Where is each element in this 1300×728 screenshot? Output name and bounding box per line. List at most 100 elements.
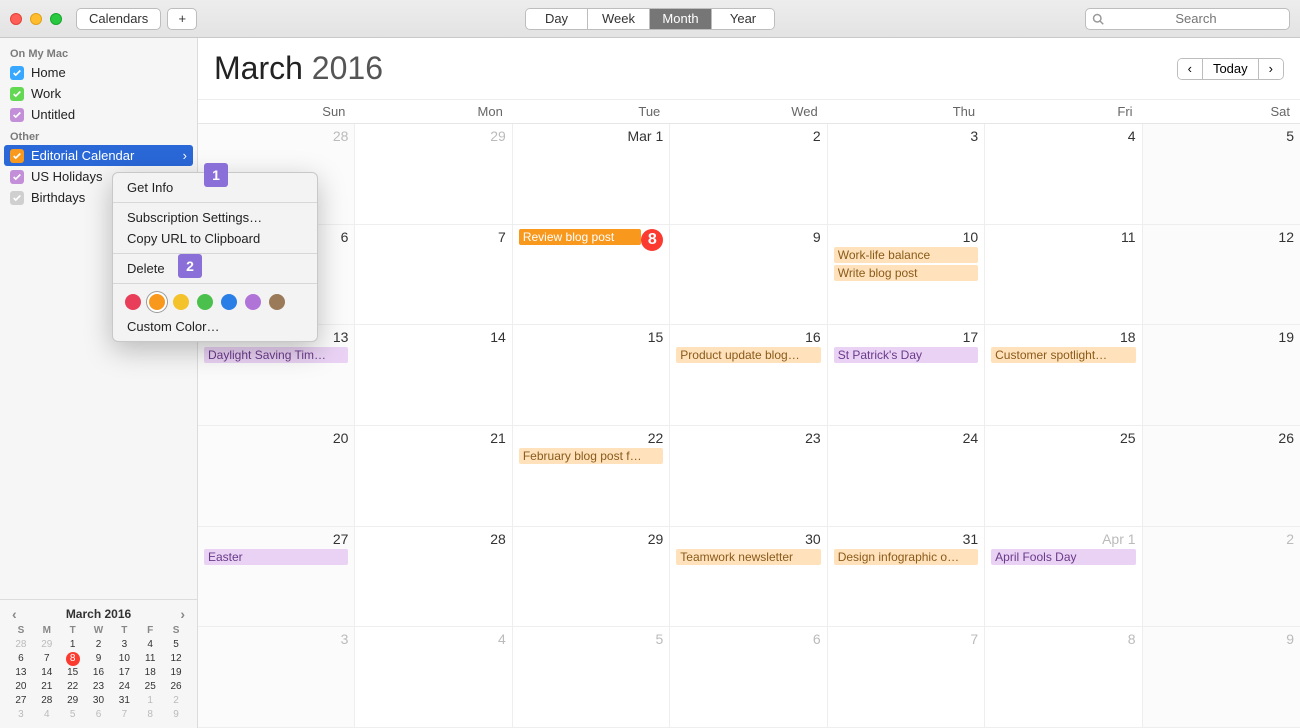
month-grid[interactable]: 2829Mar 12345678Review blog post910Work-… — [198, 124, 1300, 728]
mini-day[interactable]: 1 — [60, 638, 86, 652]
day-cell[interactable]: 26 — [1143, 426, 1300, 526]
search-input[interactable] — [1108, 11, 1284, 26]
mini-day[interactable]: 12 — [163, 652, 189, 666]
day-cell[interactable]: 31Design infographic o… — [828, 527, 985, 627]
calendar-event[interactable]: St Patrick's Day — [834, 347, 978, 363]
mini-day[interactable]: 3 — [111, 638, 137, 652]
mini-day[interactable]: 29 — [60, 694, 86, 708]
calendar-checkbox[interactable] — [10, 108, 24, 122]
mini-day[interactable]: 13 — [8, 666, 34, 680]
mini-day[interactable]: 29 — [34, 638, 60, 652]
calendar-checkbox[interactable] — [10, 149, 24, 163]
mini-day[interactable]: 4 — [137, 638, 163, 652]
calendar-checkbox[interactable] — [10, 191, 24, 205]
color-swatch[interactable] — [269, 294, 285, 310]
mini-day[interactable]: 15 — [60, 666, 86, 680]
color-swatch[interactable] — [221, 294, 237, 310]
day-cell[interactable]: 4 — [985, 124, 1142, 224]
mini-day[interactable]: 25 — [137, 680, 163, 694]
calendar-event[interactable]: Easter — [204, 549, 348, 565]
mini-day[interactable]: 19 — [163, 666, 189, 680]
mini-day[interactable]: 24 — [111, 680, 137, 694]
sidebar-calendar-item[interactable]: Editorial Calendar› — [4, 145, 193, 166]
mini-day[interactable]: 30 — [86, 694, 112, 708]
mini-day[interactable]: 18 — [137, 666, 163, 680]
day-cell[interactable]: 7 — [355, 225, 512, 325]
mini-next-month[interactable]: › — [180, 606, 185, 622]
close-window-button[interactable] — [10, 13, 22, 25]
mini-day[interactable]: 21 — [34, 680, 60, 694]
mini-day[interactable]: 28 — [34, 694, 60, 708]
day-cell[interactable]: 4 — [355, 627, 512, 727]
minimize-window-button[interactable] — [30, 13, 42, 25]
mini-day[interactable]: 8 — [66, 652, 80, 666]
view-day[interactable]: Day — [526, 9, 588, 29]
mini-day[interactable]: 26 — [163, 680, 189, 694]
calendar-event[interactable]: Work-life balance — [834, 247, 978, 263]
day-cell[interactable]: 5 — [1143, 124, 1300, 224]
mini-day[interactable]: 27 — [8, 694, 34, 708]
calendar-checkbox[interactable] — [10, 170, 24, 184]
color-swatch[interactable] — [149, 294, 165, 310]
mini-prev-month[interactable]: ‹ — [12, 606, 17, 622]
day-cell[interactable]: 30Teamwork newsletter — [670, 527, 827, 627]
search-field[interactable] — [1085, 8, 1290, 30]
day-cell[interactable]: 8 — [985, 627, 1142, 727]
day-cell[interactable]: 24 — [828, 426, 985, 526]
view-year[interactable]: Year — [712, 9, 774, 29]
day-cell[interactable]: 16Product update blog… — [670, 325, 827, 425]
mini-day[interactable]: 17 — [111, 666, 137, 680]
mini-day[interactable]: 14 — [34, 666, 60, 680]
calendar-checkbox[interactable] — [10, 87, 24, 101]
day-cell[interactable]: 2 — [1143, 527, 1300, 627]
mini-day[interactable]: 5 — [163, 638, 189, 652]
day-cell[interactable]: 27Easter — [198, 527, 355, 627]
day-cell[interactable]: 12 — [1143, 225, 1300, 325]
mini-day[interactable]: 31 — [111, 694, 137, 708]
context-custom-color[interactable]: Custom Color… — [113, 316, 317, 337]
sidebar-calendar-item[interactable]: Work — [0, 83, 197, 104]
day-cell[interactable]: 5 — [513, 627, 670, 727]
day-cell[interactable]: 29 — [513, 527, 670, 627]
sidebar-calendar-item[interactable]: Home — [0, 62, 197, 83]
day-cell[interactable]: 17St Patrick's Day — [828, 325, 985, 425]
calendar-event[interactable]: February blog post f… — [519, 448, 663, 464]
day-cell[interactable]: 29 — [355, 124, 512, 224]
day-cell[interactable]: 3 — [198, 627, 355, 727]
mini-day[interactable]: 5 — [60, 708, 86, 722]
day-cell[interactable]: 19 — [1143, 325, 1300, 425]
mini-day[interactable]: 7 — [111, 708, 137, 722]
color-swatch[interactable] — [173, 294, 189, 310]
day-cell[interactable]: 10Work-life balanceWrite blog post — [828, 225, 985, 325]
day-cell[interactable]: 28 — [355, 527, 512, 627]
day-cell[interactable]: 9 — [1143, 627, 1300, 727]
mini-day[interactable]: 6 — [86, 708, 112, 722]
calendar-event[interactable]: Teamwork newsletter — [676, 549, 820, 565]
calendar-event[interactable]: Write blog post — [834, 265, 978, 281]
day-cell[interactable]: 15 — [513, 325, 670, 425]
calendar-event[interactable]: Review blog post — [519, 229, 641, 245]
mini-day[interactable]: 22 — [60, 680, 86, 694]
calendar-checkbox[interactable] — [10, 66, 24, 80]
day-cell[interactable]: 14 — [355, 325, 512, 425]
mini-day[interactable]: 9 — [86, 652, 112, 666]
color-swatch[interactable] — [245, 294, 261, 310]
day-cell[interactable]: 20 — [198, 426, 355, 526]
day-cell[interactable]: 8Review blog post — [513, 225, 670, 325]
calendars-toggle-button[interactable]: Calendars — [76, 8, 161, 30]
day-cell[interactable]: 23 — [670, 426, 827, 526]
today-button[interactable]: Today — [1203, 59, 1259, 79]
context-copy-url[interactable]: Copy URL to Clipboard — [113, 228, 317, 249]
mini-day[interactable]: 1 — [137, 694, 163, 708]
calendar-event[interactable]: April Fools Day — [991, 549, 1135, 565]
mini-day[interactable]: 16 — [86, 666, 112, 680]
mini-day[interactable]: 11 — [137, 652, 163, 666]
mini-day[interactable]: 6 — [8, 652, 34, 666]
calendar-event[interactable]: Daylight Saving Tim… — [204, 347, 348, 363]
day-cell[interactable]: 21 — [355, 426, 512, 526]
calendar-event[interactable]: Customer spotlight… — [991, 347, 1135, 363]
day-cell[interactable]: 22February blog post f… — [513, 426, 670, 526]
calendar-event[interactable]: Design infographic o… — [834, 549, 978, 565]
color-swatch[interactable] — [125, 294, 141, 310]
mini-day[interactable]: 2 — [163, 694, 189, 708]
